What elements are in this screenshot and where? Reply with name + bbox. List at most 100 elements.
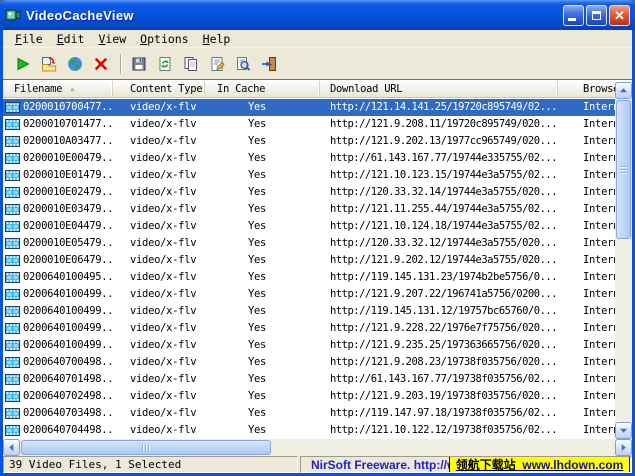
vertical-scrollbar[interactable]: [615, 82, 632, 439]
window-title: VideoCacheView: [26, 8, 563, 23]
column-header-browser[interactable]: Browse: [558, 81, 615, 97]
browser-cell: Intern: [558, 422, 615, 439]
filename-cell: 0200010E00479...: [3, 150, 113, 167]
table-row[interactable]: 0200640701498...video/x-flvYeshttp://61.…: [3, 371, 615, 388]
filename-cell: 0200010E02479...: [3, 184, 113, 201]
minimize-button[interactable]: [563, 5, 584, 26]
film-strip-icon: [5, 323, 20, 334]
film-strip-icon: [5, 374, 20, 385]
scroll-up-button[interactable]: [615, 82, 632, 99]
copy-selected-files-button[interactable]: [37, 52, 61, 76]
in-cache-cell: Yes: [205, 269, 320, 286]
exit-button[interactable]: [257, 52, 281, 76]
download-url-cell: http://121.10.122.12/19738f035756/02...: [320, 422, 558, 439]
filename-cell: 0200010E05479...: [3, 235, 113, 252]
table-row[interactable]: 0200640100499...video/x-flvYeshttp://119…: [3, 303, 615, 320]
film-strip-icon: [5, 170, 20, 181]
menu-item-edit[interactable]: Edit: [50, 31, 92, 47]
download-url-cell: http://61.143.167.77/19738f035756/02...: [320, 371, 558, 388]
scroll-left-button[interactable]: [3, 439, 20, 456]
menu-item-help[interactable]: Help: [196, 31, 238, 47]
download-url-cell: http://119.145.131.12/19757bc65760/0...: [320, 303, 558, 320]
table-row[interactable]: 0200010E00479...video/x-flvYeshttp://61.…: [3, 150, 615, 167]
browser-cell: Intern: [558, 337, 615, 354]
scroll-down-button[interactable]: [615, 422, 632, 439]
horizontal-scroll-thumb[interactable]: [21, 440, 271, 455]
film-strip-icon: [5, 153, 20, 164]
table-row[interactable]: 0200010E03479...video/x-flvYeshttp://121…: [3, 201, 615, 218]
in-cache-cell: Yes: [205, 405, 320, 422]
content-type-cell: video/x-flv: [113, 116, 205, 133]
table-row[interactable]: 0200640100499...video/x-flvYeshttp://121…: [3, 286, 615, 303]
vertical-scroll-thumb[interactable]: [616, 100, 631, 239]
close-button[interactable]: ✕: [609, 5, 630, 26]
column-header-filename[interactable]: Filename ▲: [3, 81, 113, 97]
content-type-cell: video/x-flv: [113, 201, 205, 218]
arrow-right-icon: [619, 443, 628, 452]
content-type-cell: video/x-flv: [113, 235, 205, 252]
status-count-text: 39 Video Files, 1 Selected: [9, 458, 181, 471]
save-button[interactable]: [127, 52, 151, 76]
in-cache-cell: Yes: [205, 150, 320, 167]
play-icon: [15, 56, 31, 72]
film-strip-icon: [5, 119, 20, 130]
filename-cell: 0200640100495...: [3, 269, 113, 286]
menu-item-file[interactable]: File: [8, 31, 50, 47]
delete-icon: [93, 56, 109, 72]
browser-cell: Intern: [558, 99, 615, 116]
nirsoft-freeware-text: NirSoft Freeware. http://w: [311, 458, 456, 472]
open-download-url-button[interactable]: [63, 52, 87, 76]
table-row[interactable]: 0200010E02479...video/x-flvYeshttp://120…: [3, 184, 615, 201]
horizontal-scrollbar[interactable]: [3, 439, 632, 456]
table-row[interactable]: 0200640100495...video/x-flvYeshttp://119…: [3, 269, 615, 286]
maximize-button[interactable]: [586, 5, 607, 26]
table-row[interactable]: 0200640702498...video/x-flvYeshttp://121…: [3, 388, 615, 405]
table-row[interactable]: 0200010700477...video/x-flvYeshttp://121…: [3, 99, 615, 116]
table-row[interactable]: 0200010E01479...video/x-flvYeshttp://121…: [3, 167, 615, 184]
filename-cell: 0200640701498...: [3, 371, 113, 388]
lhdown-ad-badge[interactable]: 领航下载站_www.lhdown.com: [449, 456, 630, 473]
browser-cell: Intern: [558, 303, 615, 320]
arrow-up-icon: [619, 86, 628, 95]
film-strip-icon: [5, 306, 20, 317]
properties-button[interactable]: [205, 52, 229, 76]
column-header-in-cache[interactable]: In Cache: [205, 81, 320, 97]
content-type-cell: video/x-flv: [113, 269, 205, 286]
delete-button[interactable]: [89, 52, 113, 76]
title-bar[interactable]: VideoCacheView ✕: [0, 0, 635, 30]
find-icon: [235, 56, 251, 72]
content-type-cell: video/x-flv: [113, 99, 205, 116]
copy-button[interactable]: [179, 52, 203, 76]
scroll-right-button[interactable]: [615, 439, 632, 456]
menu-item-options[interactable]: Options: [133, 31, 195, 47]
copy-selected-files-icon: [41, 56, 57, 72]
in-cache-cell: Yes: [205, 286, 320, 303]
table-row[interactable]: 0200640704498...video/x-flvYeshttp://121…: [3, 422, 615, 439]
content-type-cell: video/x-flv: [113, 150, 205, 167]
column-header-content-type[interactable]: Content Type: [113, 81, 205, 97]
table-row[interactable]: 0200010701477...video/x-flvYeshttp://121…: [3, 116, 615, 133]
table-row[interactable]: 0200010A03477...video/x-flvYeshttp://121…: [3, 133, 615, 150]
in-cache-cell: Yes: [205, 133, 320, 150]
in-cache-cell: Yes: [205, 116, 320, 133]
filename-cell: 0200010E01479...: [3, 167, 113, 184]
filename-cell: 0200640100499...: [3, 286, 113, 303]
browser-cell: Intern: [558, 150, 615, 167]
table-row[interactable]: 0200010E05479...video/x-flvYeshttp://120…: [3, 235, 615, 252]
play-button[interactable]: [11, 52, 35, 76]
filename-cell: 0200010E03479...: [3, 201, 113, 218]
table-row[interactable]: 0200640100499...video/x-flvYeshttp://121…: [3, 320, 615, 337]
find-button[interactable]: [231, 52, 255, 76]
status-panel-left: 39 Video Files, 1 Selected: [3, 456, 298, 473]
content-type-cell: video/x-flv: [113, 354, 205, 371]
column-header-download-url[interactable]: Download URL: [320, 81, 558, 97]
in-cache-cell: Yes: [205, 201, 320, 218]
browser-cell: Intern: [558, 167, 615, 184]
menu-item-view[interactable]: View: [91, 31, 133, 47]
table-row[interactable]: 0200010E04479...video/x-flvYeshttp://121…: [3, 218, 615, 235]
table-row[interactable]: 0200010E06479...video/x-flvYeshttp://121…: [3, 252, 615, 269]
table-row[interactable]: 0200640100499...video/x-flvYeshttp://121…: [3, 337, 615, 354]
table-row[interactable]: 0200640700498...video/x-flvYeshttp://121…: [3, 354, 615, 371]
table-row[interactable]: 0200640703498...video/x-flvYeshttp://119…: [3, 405, 615, 422]
refresh-button[interactable]: [153, 52, 177, 76]
